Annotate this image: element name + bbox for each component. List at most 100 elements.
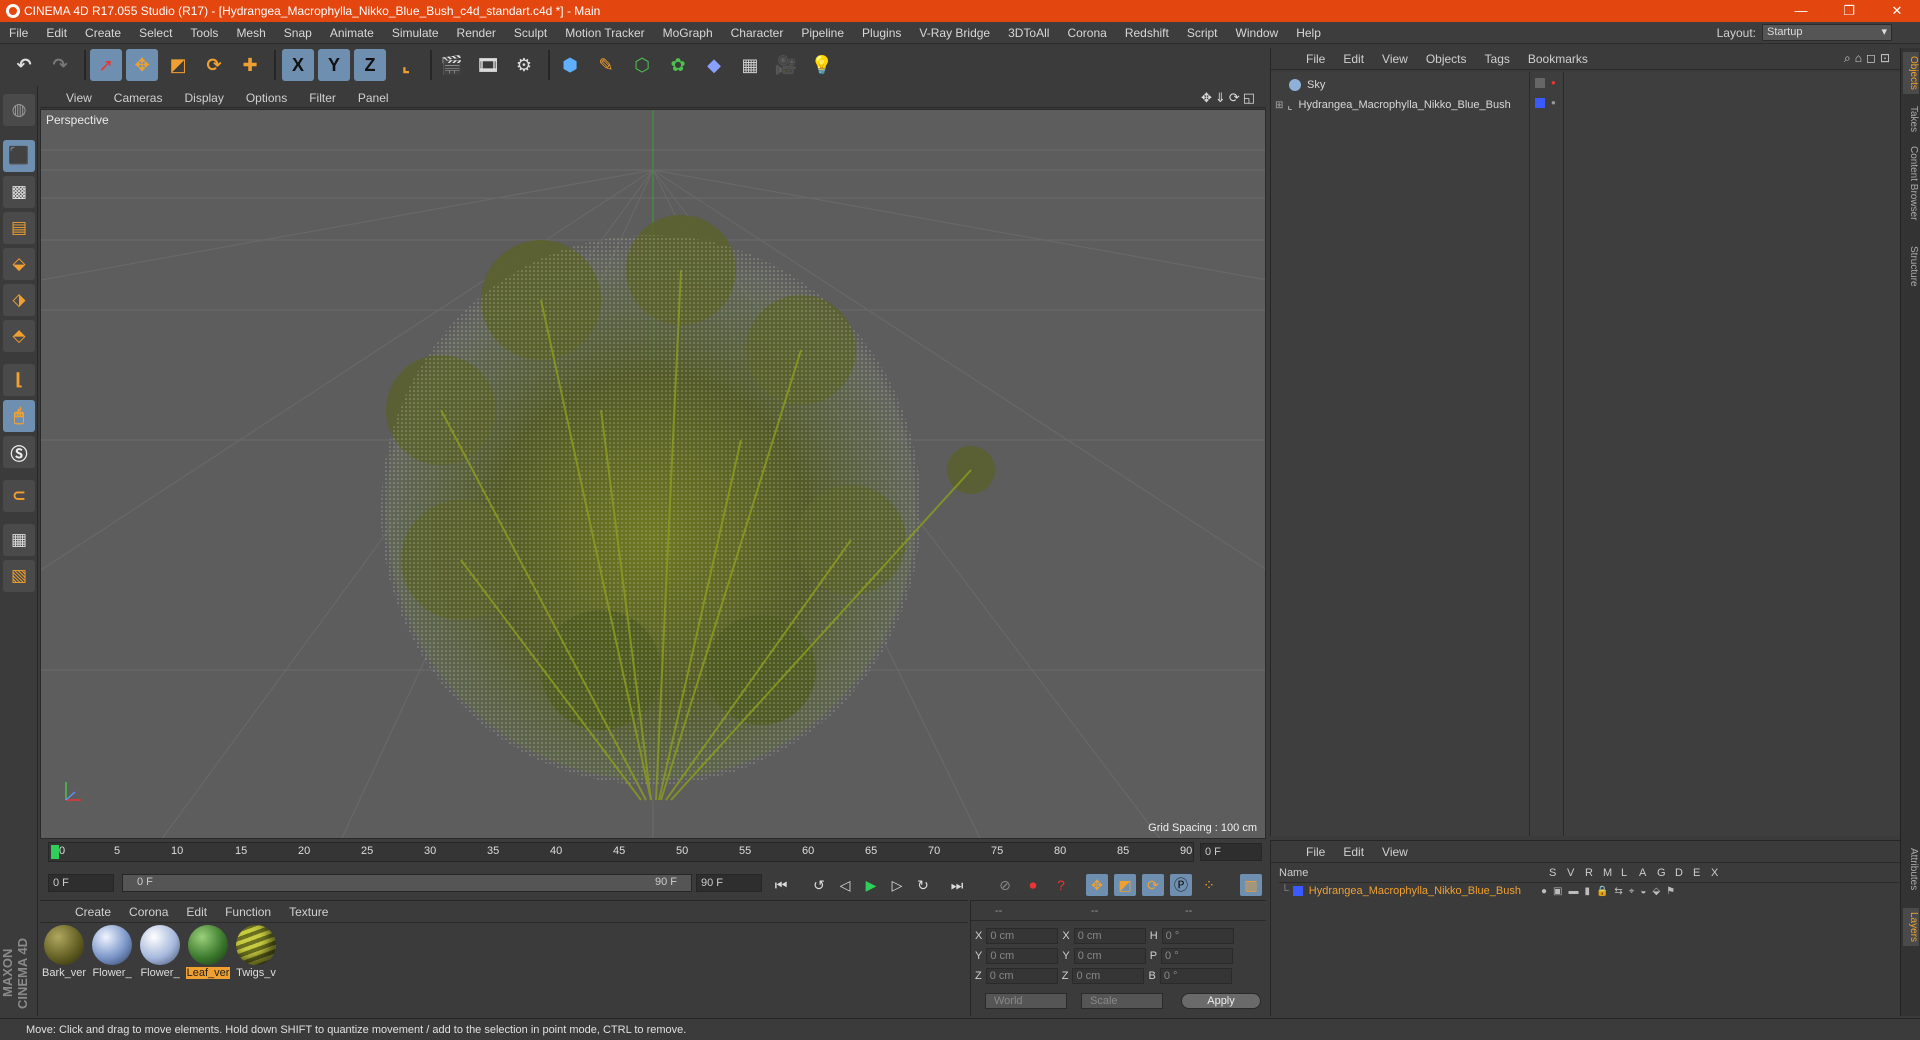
material-bark[interactable]: Bark_ver: [42, 925, 86, 979]
planar-workplane-icon[interactable]: ▧: [3, 560, 35, 592]
layer-col-generators[interactable]: G: [1657, 867, 1675, 882]
render-settings-icon[interactable]: ⚙: [508, 49, 540, 81]
render-picture-viewer-icon[interactable]: 🎞: [472, 49, 504, 81]
sky-visibility-dots-icon[interactable]: ●: [1551, 78, 1556, 87]
cube-object-icon[interactable]: ⬢: [554, 49, 586, 81]
size-z-field[interactable]: 0 cm: [1072, 968, 1145, 984]
coord-system-dropdown[interactable]: World: [985, 993, 1067, 1009]
deformer-icon[interactable]: ◆: [698, 49, 730, 81]
points-mode-icon[interactable]: ⬙: [3, 248, 35, 280]
layout-dropdown[interactable]: Startup: [1762, 24, 1892, 41]
objects-menu-file[interactable]: File: [1297, 52, 1334, 66]
sky-tag-icon[interactable]: [1535, 78, 1545, 88]
preview-end-field[interactable]: 90 F: [696, 874, 762, 892]
menu-help[interactable]: Help: [1287, 26, 1330, 40]
materials-menu-texture[interactable]: Texture: [280, 905, 337, 919]
locked-workplane-icon[interactable]: ▦: [3, 524, 35, 556]
tweak-mode-icon[interactable]: 🖱: [3, 400, 35, 432]
rotation-b-field[interactable]: 0 °: [1159, 968, 1232, 984]
layers-menu-view[interactable]: View: [1373, 845, 1417, 859]
layer-color-swatch[interactable]: [1292, 886, 1303, 896]
viewport-nav-icons[interactable]: ✥⇓⟳◱: [1201, 90, 1258, 106]
texture-mode-icon[interactable]: ▩: [3, 176, 35, 208]
render-view-icon[interactable]: 🎬: [436, 49, 468, 81]
key-pla-icon[interactable]: ⁘: [1198, 874, 1220, 896]
menu-create[interactable]: Create: [76, 26, 130, 40]
axis-mode-icon[interactable]: ⌊: [3, 364, 35, 396]
playhead-marker[interactable]: [51, 845, 59, 859]
redo-icon[interactable]: ↷: [44, 49, 76, 81]
object-manager-search-icons[interactable]: ⌕⌂◻⊡: [1844, 51, 1894, 66]
array-generator-icon[interactable]: ✿: [662, 49, 694, 81]
apply-button[interactable]: Apply: [1181, 993, 1261, 1009]
snap-magnet-icon[interactable]: ⊂: [3, 480, 35, 512]
menu-3dtoall[interactable]: 3DToAll: [999, 26, 1058, 40]
menu-vray-bridge[interactable]: V-Ray Bridge: [910, 26, 999, 40]
tab-takes[interactable]: Takes: [1903, 102, 1919, 136]
light-icon[interactable]: 💡: [806, 49, 838, 81]
objects-menu-edit[interactable]: Edit: [1334, 52, 1373, 66]
menu-sculpt[interactable]: Sculpt: [505, 26, 556, 40]
menu-tools[interactable]: Tools: [181, 26, 227, 40]
material-twigs[interactable]: Twigs_v: [234, 925, 278, 979]
close-button[interactable]: ✕: [1874, 0, 1920, 22]
viewport-menu-display[interactable]: Display: [173, 91, 234, 105]
tab-objects[interactable]: Objects: [1903, 52, 1919, 94]
edges-mode-icon[interactable]: ⬗: [3, 284, 35, 316]
object-row-hydrangea[interactable]: ⊞ ⌞ Hydrangea_Macrophylla_Nikko_Blue_Bus…: [1275, 96, 1511, 114]
autokey-icon[interactable]: ?: [1050, 874, 1072, 896]
layer-col-xref[interactable]: X: [1711, 867, 1729, 882]
solo-icon[interactable]: Ⓢ: [3, 436, 35, 468]
timeline-ruler[interactable]: 0 5 10 15 20 25 30 35 40 45 50 55 60 65 …: [48, 842, 1194, 862]
tab-attributes[interactable]: Attributes: [1903, 844, 1919, 894]
layer-toggle-icons[interactable]: ●▣▬▮🔒⇆⌖◒⬙⚑: [1541, 886, 1681, 897]
rotation-p-field[interactable]: 0 °: [1161, 948, 1234, 964]
prev-frame-icon[interactable]: ◁: [834, 874, 856, 896]
objects-menu-objects[interactable]: Objects: [1417, 52, 1476, 66]
material-flower-2[interactable]: Flower_: [138, 925, 182, 979]
menu-mesh[interactable]: Mesh: [227, 26, 274, 40]
viewport-menu-cameras[interactable]: Cameras: [103, 91, 174, 105]
preview-range-slider[interactable]: 0 F 90 F: [122, 874, 692, 892]
materials-menu-edit[interactable]: Edit: [177, 905, 216, 919]
objects-menu-tags[interactable]: Tags: [1476, 52, 1519, 66]
objects-menu-bookmarks[interactable]: Bookmarks: [1519, 52, 1597, 66]
tab-content-browser[interactable]: Content Browser: [1903, 142, 1919, 224]
position-y-field[interactable]: 0 cm: [986, 948, 1059, 964]
size-y-field[interactable]: 0 cm: [1073, 948, 1146, 964]
restore-button[interactable]: ❐: [1826, 0, 1872, 22]
size-x-field[interactable]: 0 cm: [1073, 928, 1146, 944]
layer-col-locked[interactable]: L: [1621, 867, 1639, 882]
menu-redshift[interactable]: Redshift: [1116, 26, 1178, 40]
layer-col-solo[interactable]: S: [1549, 867, 1567, 882]
layer-color-swatch[interactable]: [1535, 98, 1545, 108]
model-mode-icon[interactable]: ⬛: [3, 140, 35, 172]
polygons-mode-icon[interactable]: ⬘: [3, 320, 35, 352]
viewport-menu-view[interactable]: View: [40, 91, 103, 105]
menu-corona[interactable]: Corona: [1058, 26, 1115, 40]
material-leaf[interactable]: Leaf_ver: [186, 925, 230, 979]
position-z-field[interactable]: 0 cm: [985, 968, 1058, 984]
layers-menu-edit[interactable]: Edit: [1334, 845, 1373, 859]
make-editable-icon[interactable]: ◍: [3, 94, 35, 126]
rotate-tool-icon[interactable]: ⟳: [198, 49, 230, 81]
z-axis-lock-button[interactable]: Z: [354, 49, 386, 81]
expand-icon[interactable]: ⊞: [1275, 100, 1283, 111]
menu-select[interactable]: Select: [130, 26, 181, 40]
size-mode-dropdown[interactable]: Scale: [1081, 993, 1163, 1009]
menu-window[interactable]: Window: [1227, 26, 1288, 40]
menu-snap[interactable]: Snap: [275, 26, 321, 40]
goto-start-icon[interactable]: ⏮: [770, 874, 792, 896]
prev-key-icon[interactable]: ↺: [808, 874, 830, 896]
perspective-viewport[interactable]: Perspective Grid Spacing : 100 cm: [40, 109, 1266, 839]
y-axis-lock-button[interactable]: Y: [318, 49, 350, 81]
menu-character[interactable]: Character: [722, 26, 793, 40]
rotation-h-field[interactable]: 0 °: [1161, 928, 1234, 944]
next-key-icon[interactable]: ↻: [912, 874, 934, 896]
camera-icon[interactable]: 🎥: [770, 49, 802, 81]
floor-scene-icon[interactable]: ▦: [734, 49, 766, 81]
layer-col-manager[interactable]: M: [1603, 867, 1621, 882]
viewport-menu-options[interactable]: Options: [235, 91, 298, 105]
materials-menu-corona[interactable]: Corona: [120, 905, 177, 919]
layer-col-expressions[interactable]: E: [1693, 867, 1711, 882]
